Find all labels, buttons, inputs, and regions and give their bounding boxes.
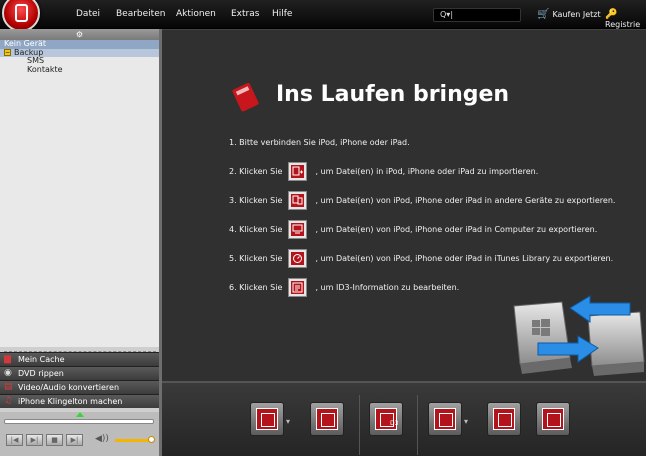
export-to-device-icon [434,408,456,430]
export-to-itunes-icon[interactable] [287,249,307,268]
register-link[interactable]: 🔑Registrie [605,9,646,29]
menu-hilfe[interactable]: Hilfe [272,9,292,19]
step-2-suffix: , um Datei(en) in iPod, iPhone oder iPad… [315,167,539,176]
tool-dvd-rip-label: DVD rippen [18,369,64,378]
step-5: 5. Klicken Sie , um Datei(en) von iPod, … [229,249,613,268]
step-2-prefix: 2. Klicken Sie [229,167,283,176]
export-to-device-button[interactable] [428,402,462,436]
step-3-prefix: 3. Klicken Sie [229,196,283,205]
id3-label: D3 [390,420,399,427]
search-input[interactable]: Q▾| [433,8,521,22]
ringtone-icon: ♫ [4,396,13,406]
tool-convert[interactable]: ▤ Video/Audio konvertieren [0,380,159,394]
step-4-prefix: 4. Klicken Sie [229,225,283,234]
edit-id3-button[interactable]: D3 [369,402,403,436]
step-6: 6. Klicken Sie , um ID3-Information zu b… [229,278,459,297]
cart-icon: 🛒 [537,9,550,20]
step-4-suffix: , um Datei(en) von iPod, iPhone oder iPa… [315,225,598,234]
chevron-down-icon[interactable]: ▾ [286,417,290,426]
gear-icon[interactable]: ⚙ [76,30,83,39]
toolbar-divider [359,395,360,455]
import-icon [256,408,278,430]
cache-icon: ▆ [4,354,11,364]
import-button[interactable] [250,402,284,436]
step-5-prefix: 5. Klicken Sie [229,254,283,263]
step-2: 2. Klicken Sie , um Datei(en) in iPod, i… [229,162,538,181]
tool-my-cache[interactable]: ▆ Mein Cache [0,352,159,366]
buy-now-link[interactable]: 🛒 Kaufen Jetzt [537,9,601,20]
step-4: 4. Klicken Sie , um Datei(en) von iPod, … [229,220,597,239]
toolbar-divider [417,395,418,455]
tree-item-backup[interactable]: − Backup [0,48,159,57]
tool-my-cache-label: Mein Cache [18,355,65,364]
stop-button[interactable]: ■ [46,434,63,446]
export-to-computer-button[interactable] [487,402,521,436]
tree-item-sms[interactable]: SMS [0,56,159,66]
video-convert-icon: ▤ [4,382,13,392]
export-to-computer-icon[interactable] [287,220,307,239]
tool-ringtone-label: iPhone Klingelton machen [18,397,123,406]
collapse-icon[interactable]: − [4,48,11,56]
delete-button[interactable] [310,402,344,436]
menu-datei[interactable]: Datei [76,9,100,19]
export-to-itunes-button[interactable] [536,402,570,436]
export-to-device-icon[interactable] [287,191,307,210]
app-logo[interactable] [2,0,40,32]
main-panel: Ins Laufen bringen 1. Bitte verbinden Si… [162,29,646,381]
tool-ringtone[interactable]: ♫ iPhone Klingelton machen [0,394,159,408]
menu-aktionen[interactable]: Aktionen [176,9,216,19]
dvd-icon: ◉ [4,368,12,378]
media-player: |◀ ▶| ■ ▶| ◀)) [0,412,159,456]
play-button[interactable]: ▶| [26,434,43,446]
delete-icon [316,408,338,430]
tree-item-contacts[interactable]: Kontakte [0,65,159,75]
menu-extras[interactable]: Extras [231,9,259,19]
step-5-suffix: , um Datei(en) von iPod, iPhone oder iPa… [315,254,614,263]
step-3-suffix: , um Datei(en) von iPod, iPhone oder iPa… [315,196,616,205]
tool-convert-label: Video/Audio konvertieren [18,383,120,392]
step-1: 1. Bitte verbinden Sie iPod, iPhone oder… [229,138,410,147]
buy-now-label: Kaufen Jetzt [552,10,601,19]
volume-knob[interactable] [148,436,155,443]
export-to-computer-icon [493,408,515,430]
edit-id3-icon[interactable] [287,278,307,297]
device-tree: Kein Gerät − Backup SMS Kontakte [0,39,159,347]
seek-bar[interactable] [4,419,154,424]
key-icon: 🔑 [605,9,618,20]
export-to-itunes-icon [542,408,564,430]
bottom-toolbar: ▾ D3 ▾ [162,381,646,456]
register-label: Registrie [605,20,641,29]
import-icon[interactable] [287,162,307,181]
step-6-suffix: , um ID3-Information zu bearbeiten. [315,283,460,292]
notebook-icon [232,82,259,112]
step-3: 3. Klicken Sie , um Datei(en) von iPod, … [229,191,615,210]
menu-bearbeiten[interactable]: Bearbeiten [116,9,165,19]
expand-arrow-icon[interactable] [76,412,84,417]
previous-button[interactable]: |◀ [6,434,23,446]
sidebar: ⚙ Kein Gerät − Backup SMS Kontakte ▆ Mein … [0,29,162,456]
device-transfer-illustration [513,295,645,376]
tool-dvd-rip[interactable]: ◉ DVD rippen [0,366,159,380]
menu-bar: Datei Bearbeiten Aktionen Extras Hilfe Q… [0,0,646,32]
volume-icon[interactable]: ◀)) [95,434,109,444]
chevron-down-icon[interactable]: ▾ [464,417,468,426]
next-button[interactable]: ▶| [66,434,83,446]
page-title: Ins Laufen bringen [276,82,510,107]
step-6-prefix: 6. Klicken Sie [229,283,283,292]
